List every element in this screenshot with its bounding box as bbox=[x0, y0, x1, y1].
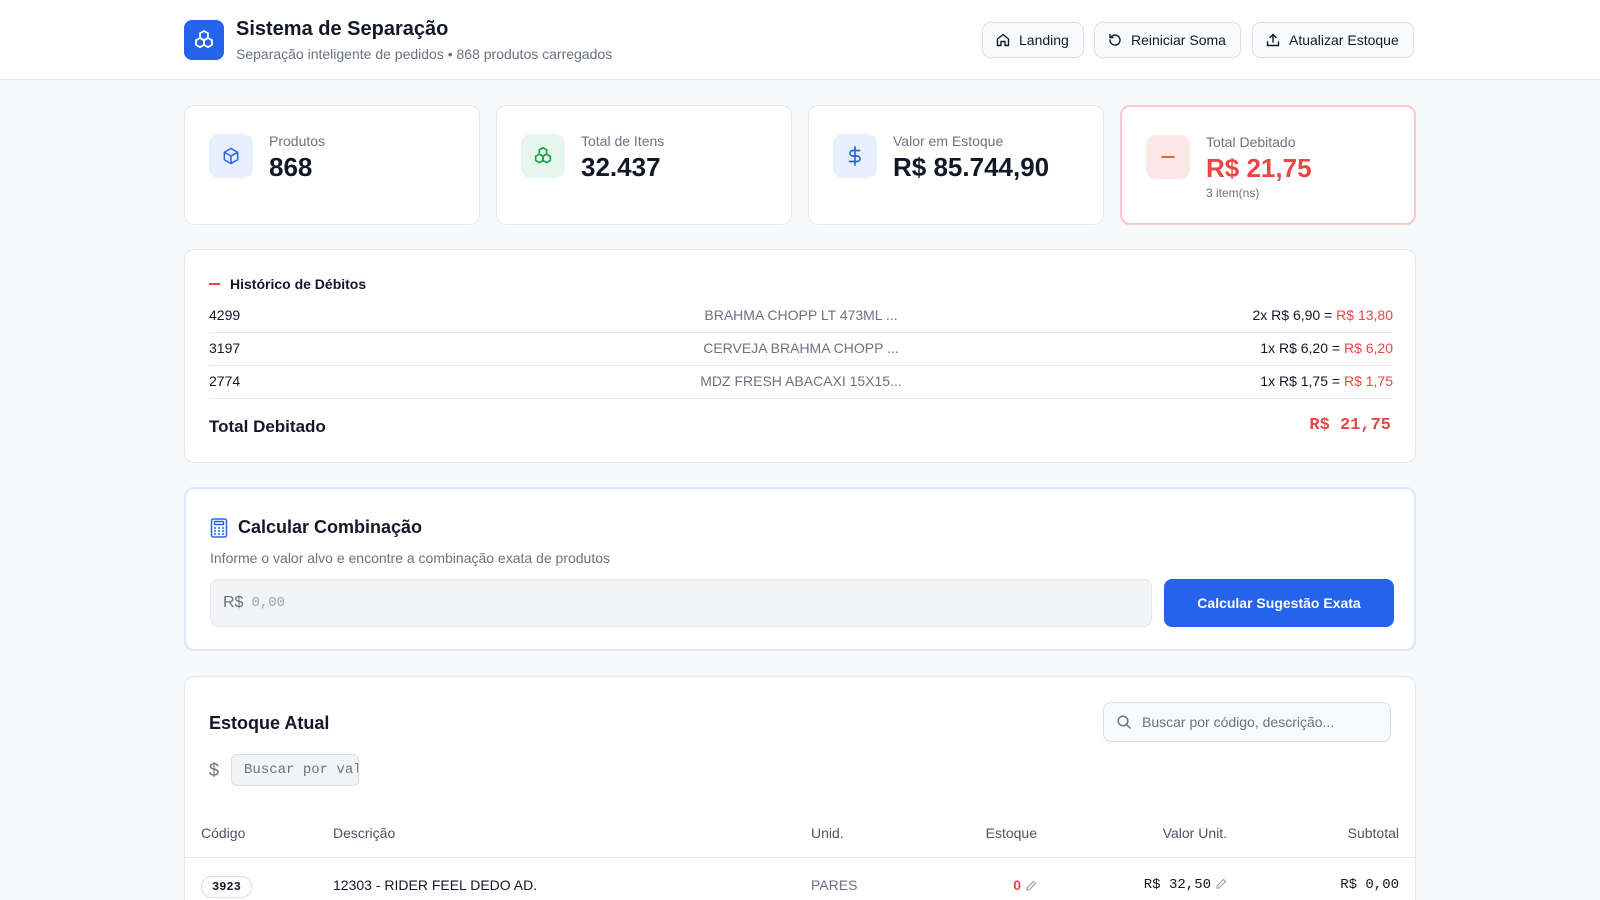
stat-value: R$ 85.744,90 bbox=[893, 152, 1050, 182]
stat-card-total-items: Total de Itens 32.437 bbox=[496, 105, 792, 225]
product-subtotal: R$ 0,00 bbox=[1340, 877, 1399, 893]
minus-icon bbox=[1161, 156, 1175, 158]
debit-row-total: R$ 1,75 bbox=[1343, 373, 1393, 389]
product-stock-cell[interactable]: 0 bbox=[1013, 877, 1037, 893]
app-subtitle: Separação inteligente de pedidos • 868 p… bbox=[236, 46, 613, 62]
search-icon bbox=[1117, 715, 1131, 729]
debit-history-title: Histórico de Débitos bbox=[209, 276, 366, 292]
debit-row-total: R$ 13,80 bbox=[1336, 307, 1393, 323]
product-unit-value-cell[interactable]: R$ 32,50 bbox=[1144, 877, 1227, 893]
debit-row-calc: 1x R$ 1,75 = R$ 1,75 bbox=[1260, 373, 1393, 389]
product-description: 12303 - RIDER FEEL DEDO AD. bbox=[333, 877, 538, 893]
column-header-unit-value[interactable]: Valor Unit. bbox=[1163, 825, 1227, 841]
column-header-code[interactable]: Código bbox=[201, 825, 245, 841]
stat-note: 3 item(ns) bbox=[1206, 186, 1260, 200]
landing-button[interactable]: Landing bbox=[982, 22, 1084, 58]
debit-row-code: 4299 bbox=[209, 307, 241, 323]
box-icon bbox=[223, 147, 239, 165]
pencil-icon[interactable] bbox=[1025, 880, 1037, 892]
product-stock: 0 bbox=[1013, 877, 1021, 893]
stat-icon-wrap bbox=[833, 134, 877, 178]
column-header-description[interactable]: Descrição bbox=[333, 825, 395, 841]
debit-row-code: 3197 bbox=[209, 340, 241, 356]
debit-row: MDZ FRESH ABACAXI 15X15... 2774 1x R$ 1,… bbox=[209, 366, 1393, 399]
calculator-icon bbox=[210, 517, 228, 538]
debit-row-description: MDZ FRESH ABACAXI 15X15... bbox=[700, 373, 902, 389]
stock-search-field[interactable] bbox=[1103, 702, 1391, 742]
stock-search-input[interactable] bbox=[1142, 714, 1382, 730]
debit-row-formula: 2x R$ 6,90 = bbox=[1252, 307, 1337, 323]
app-logo bbox=[184, 20, 224, 60]
table-header-divider bbox=[185, 857, 1415, 858]
landing-button-label: Landing bbox=[1019, 32, 1069, 48]
calculate-exact-button[interactable]: Calcular Sugestão Exata bbox=[1164, 579, 1394, 627]
calculator-title-text: Calcular Combinação bbox=[238, 517, 423, 537]
boxes-icon bbox=[195, 30, 213, 49]
minus-icon bbox=[209, 283, 220, 285]
target-value-input[interactable] bbox=[251, 595, 1112, 611]
boxes-icon bbox=[534, 146, 552, 164]
upload-icon bbox=[1266, 33, 1280, 47]
calculator-title: Calcular Combinação bbox=[210, 517, 422, 538]
debit-row-total: R$ 6,20 bbox=[1343, 340, 1393, 356]
product-unit-value: R$ 32,50 bbox=[1143, 877, 1211, 893]
stock-title: Estoque Atual bbox=[209, 713, 330, 733]
stat-value: 32.437 bbox=[581, 152, 661, 182]
calculator-description: Informe o valor alvo e encontre a combin… bbox=[210, 550, 611, 566]
debit-total-label: Total Debitado bbox=[209, 417, 326, 436]
debit-row: CERVEJA BRAHMA CHOPP ... 3197 1x R$ 6,20… bbox=[209, 333, 1393, 366]
stat-icon-wrap bbox=[209, 134, 253, 178]
stat-icon-wrap bbox=[1146, 135, 1190, 179]
stat-card-products: Produtos 868 bbox=[184, 105, 480, 225]
combination-calculator-panel: Calcular Combinação Informe o valor alvo… bbox=[184, 487, 1416, 651]
value-search-input[interactable] bbox=[231, 754, 360, 786]
stat-label: Total Debitado bbox=[1206, 134, 1296, 150]
debit-history-title-text: Histórico de Débitos bbox=[230, 276, 367, 292]
target-value-field[interactable]: R$ bbox=[210, 579, 1152, 627]
value-filter: $ bbox=[209, 754, 360, 786]
dollar-icon: $ bbox=[209, 759, 220, 780]
debit-row-description: BRAHMA CHOPP LT 473ML ... bbox=[704, 307, 898, 323]
rotate-ccw-icon bbox=[1109, 33, 1121, 46]
pencil-icon[interactable] bbox=[1215, 878, 1227, 890]
stat-label: Produtos bbox=[269, 133, 326, 149]
stat-value: R$ 21,75 bbox=[1206, 153, 1312, 183]
reset-sum-button[interactable]: Reiniciar Soma bbox=[1094, 22, 1241, 58]
stat-label: Valor em Estoque bbox=[893, 133, 1004, 149]
debit-row-code: 2774 bbox=[209, 373, 241, 389]
app-title: Sistema de Separação bbox=[236, 18, 449, 40]
dollar-icon bbox=[848, 146, 861, 166]
debit-row-description: CERVEJA BRAHMA CHOPP ... bbox=[703, 340, 899, 356]
currency-prefix: R$ bbox=[223, 594, 244, 611]
stat-value: 868 bbox=[269, 152, 313, 182]
debit-total-value: R$ 21,75 bbox=[1309, 416, 1391, 435]
current-stock-panel: Estoque Atual $ Código Descrição Unid. E… bbox=[184, 676, 1416, 900]
home-icon bbox=[996, 33, 1010, 47]
debit-row-calc: 1x R$ 6,20 = R$ 6,20 bbox=[1260, 340, 1393, 356]
product-code-badge: 3923 bbox=[201, 876, 252, 898]
column-header-unit[interactable]: Unid. bbox=[811, 825, 844, 841]
stat-card-stock-value: Valor em Estoque R$ 85.744,90 bbox=[808, 105, 1104, 225]
column-header-stock[interactable]: Estoque bbox=[986, 825, 1037, 841]
stat-icon-wrap bbox=[521, 134, 565, 178]
app-header: Sistema de Separação Separação inteligen… bbox=[0, 0, 1600, 80]
debit-history-panel: Histórico de Débitos BRAHMA CHOPP LT 473… bbox=[184, 249, 1416, 463]
debit-row-calc: 2x R$ 6,90 = R$ 13,80 bbox=[1253, 307, 1394, 323]
debit-row-formula: 1x R$ 1,75 = bbox=[1260, 373, 1344, 389]
stat-label: Total de Itens bbox=[581, 133, 665, 149]
update-stock-button[interactable]: Atualizar Estoque bbox=[1252, 22, 1414, 58]
stat-card-total-debited: Total Debitado R$ 21,75 3 item(ns) bbox=[1120, 105, 1416, 225]
reset-sum-button-label: Reiniciar Soma bbox=[1131, 32, 1226, 48]
update-stock-button-label: Atualizar Estoque bbox=[1289, 32, 1399, 48]
product-unit: PARES bbox=[811, 877, 858, 893]
debit-row-formula: 1x R$ 6,20 = bbox=[1260, 340, 1344, 356]
column-header-subtotal[interactable]: Subtotal bbox=[1348, 825, 1399, 841]
debit-row: BRAHMA CHOPP LT 473ML ... 4299 2x R$ 6,9… bbox=[209, 300, 1393, 333]
